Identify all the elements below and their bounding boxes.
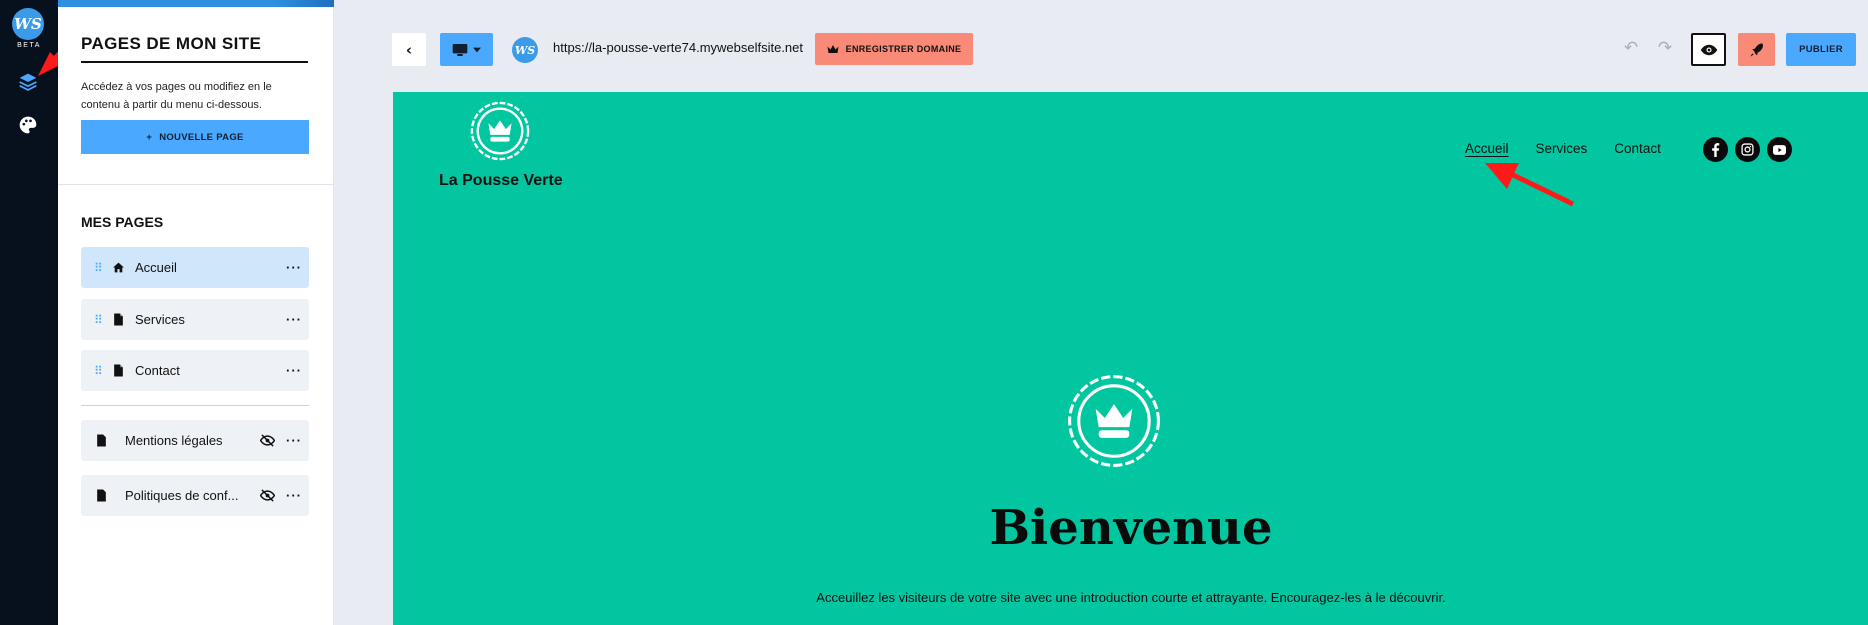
hero-logo-icon[interactable] <box>1065 372 1163 470</box>
rocket-icon <box>1749 42 1763 57</box>
site-favicon: WS <box>512 37 538 63</box>
drag-handle-icon[interactable]: ⠿ <box>81 313 105 327</box>
site-nav: Accueil Services Contact <box>1465 141 1661 156</box>
site-name: La Pousse Verte <box>439 172 563 189</box>
device-switcher[interactable] <box>440 33 493 66</box>
page-label: Mentions légales <box>125 433 223 448</box>
redo-icon[interactable]: ↷ <box>1654 38 1676 60</box>
chevron-down-icon <box>473 47 481 52</box>
left-rail: WS BETA <box>0 0 58 625</box>
back-button[interactable]: ‹ <box>392 33 426 66</box>
hero-title[interactable]: Bienvenue <box>393 500 1868 556</box>
palette-icon[interactable] <box>16 113 40 137</box>
hero-subtitle[interactable]: Acceuillez les visiteurs de votre site a… <box>393 590 1868 605</box>
new-page-label: NOUVELLE PAGE <box>159 131 244 143</box>
social-links <box>1703 137 1792 162</box>
panel-progress-bar <box>58 0 334 7</box>
page-item-politiques[interactable]: Politiques de conf... ··· <box>81 475 309 516</box>
more-options-icon[interactable]: ··· <box>279 433 309 448</box>
nav-link-contact[interactable]: Contact <box>1614 141 1661 156</box>
page-label: Politiques de conf... <box>125 488 239 503</box>
instagram-icon[interactable] <box>1735 137 1760 162</box>
divider <box>58 184 334 185</box>
new-page-button[interactable]: + NOUVELLE PAGE <box>81 120 309 154</box>
home-icon <box>105 261 131 274</box>
page-item-mentions-legales[interactable]: Mentions légales ··· <box>81 420 309 461</box>
drag-handle-icon[interactable]: ⠿ <box>81 364 105 378</box>
undo-icon[interactable]: ↶ <box>1620 38 1642 60</box>
crown-icon <box>827 45 839 53</box>
youtube-icon[interactable] <box>1767 137 1792 162</box>
rocket-button[interactable] <box>1738 33 1775 66</box>
page-item-services[interactable]: ⠿ Services ··· <box>81 299 309 340</box>
publish-button[interactable]: PUBLIER <box>1786 33 1856 66</box>
site-url: https://la-pousse-verte74.mywebselfsite.… <box>553 40 804 55</box>
nav-link-accueil[interactable]: Accueil <box>1465 141 1509 156</box>
annotation-arrow <box>1485 163 1575 207</box>
page-item-contact[interactable]: ⠿ Contact ··· <box>81 350 309 391</box>
eye-off-icon[interactable] <box>255 434 279 447</box>
document-icon <box>105 313 131 326</box>
eye-off-icon[interactable] <box>255 489 279 502</box>
more-options-icon[interactable]: ··· <box>279 488 309 503</box>
plus-icon: + <box>146 131 153 143</box>
document-icon <box>105 364 131 377</box>
title-underline <box>81 61 308 63</box>
page-item-accueil[interactable]: ⠿ Accueil ··· <box>81 247 309 288</box>
panel-title: PAGES DE MON SITE <box>81 34 262 53</box>
desktop-icon <box>452 43 468 56</box>
section-title: MES PAGES <box>81 214 164 230</box>
facebook-icon[interactable] <box>1703 137 1728 162</box>
drag-handle-icon[interactable]: ⠿ <box>81 261 105 275</box>
page-label: Contact <box>135 363 180 378</box>
more-options-icon[interactable]: ··· <box>279 363 309 378</box>
more-options-icon[interactable]: ··· <box>279 312 309 327</box>
page-label: Accueil <box>135 260 177 275</box>
eye-icon <box>1700 44 1717 55</box>
pages-panel: PAGES DE MON SITE Accédez à vos pages ou… <box>58 0 334 625</box>
site-logo-icon[interactable] <box>469 100 531 162</box>
site-preview-canvas[interactable]: La Pousse Verte Accueil Services Contact… <box>393 92 1868 625</box>
panel-description: Accédez à vos pages ou modifiez en le co… <box>81 81 272 111</box>
preview-button[interactable] <box>1691 33 1726 66</box>
document-icon <box>81 434 121 447</box>
document-icon <box>81 489 121 502</box>
chevron-left-icon: ‹ <box>405 40 413 59</box>
divider <box>81 405 309 406</box>
register-domain-button[interactable]: ENREGISTRER DOMAINE <box>815 33 973 65</box>
register-domain-label: ENREGISTRER DOMAINE <box>845 44 962 54</box>
page-label: Services <box>135 312 185 327</box>
nav-link-services[interactable]: Services <box>1536 141 1588 156</box>
more-options-icon[interactable]: ··· <box>279 260 309 275</box>
